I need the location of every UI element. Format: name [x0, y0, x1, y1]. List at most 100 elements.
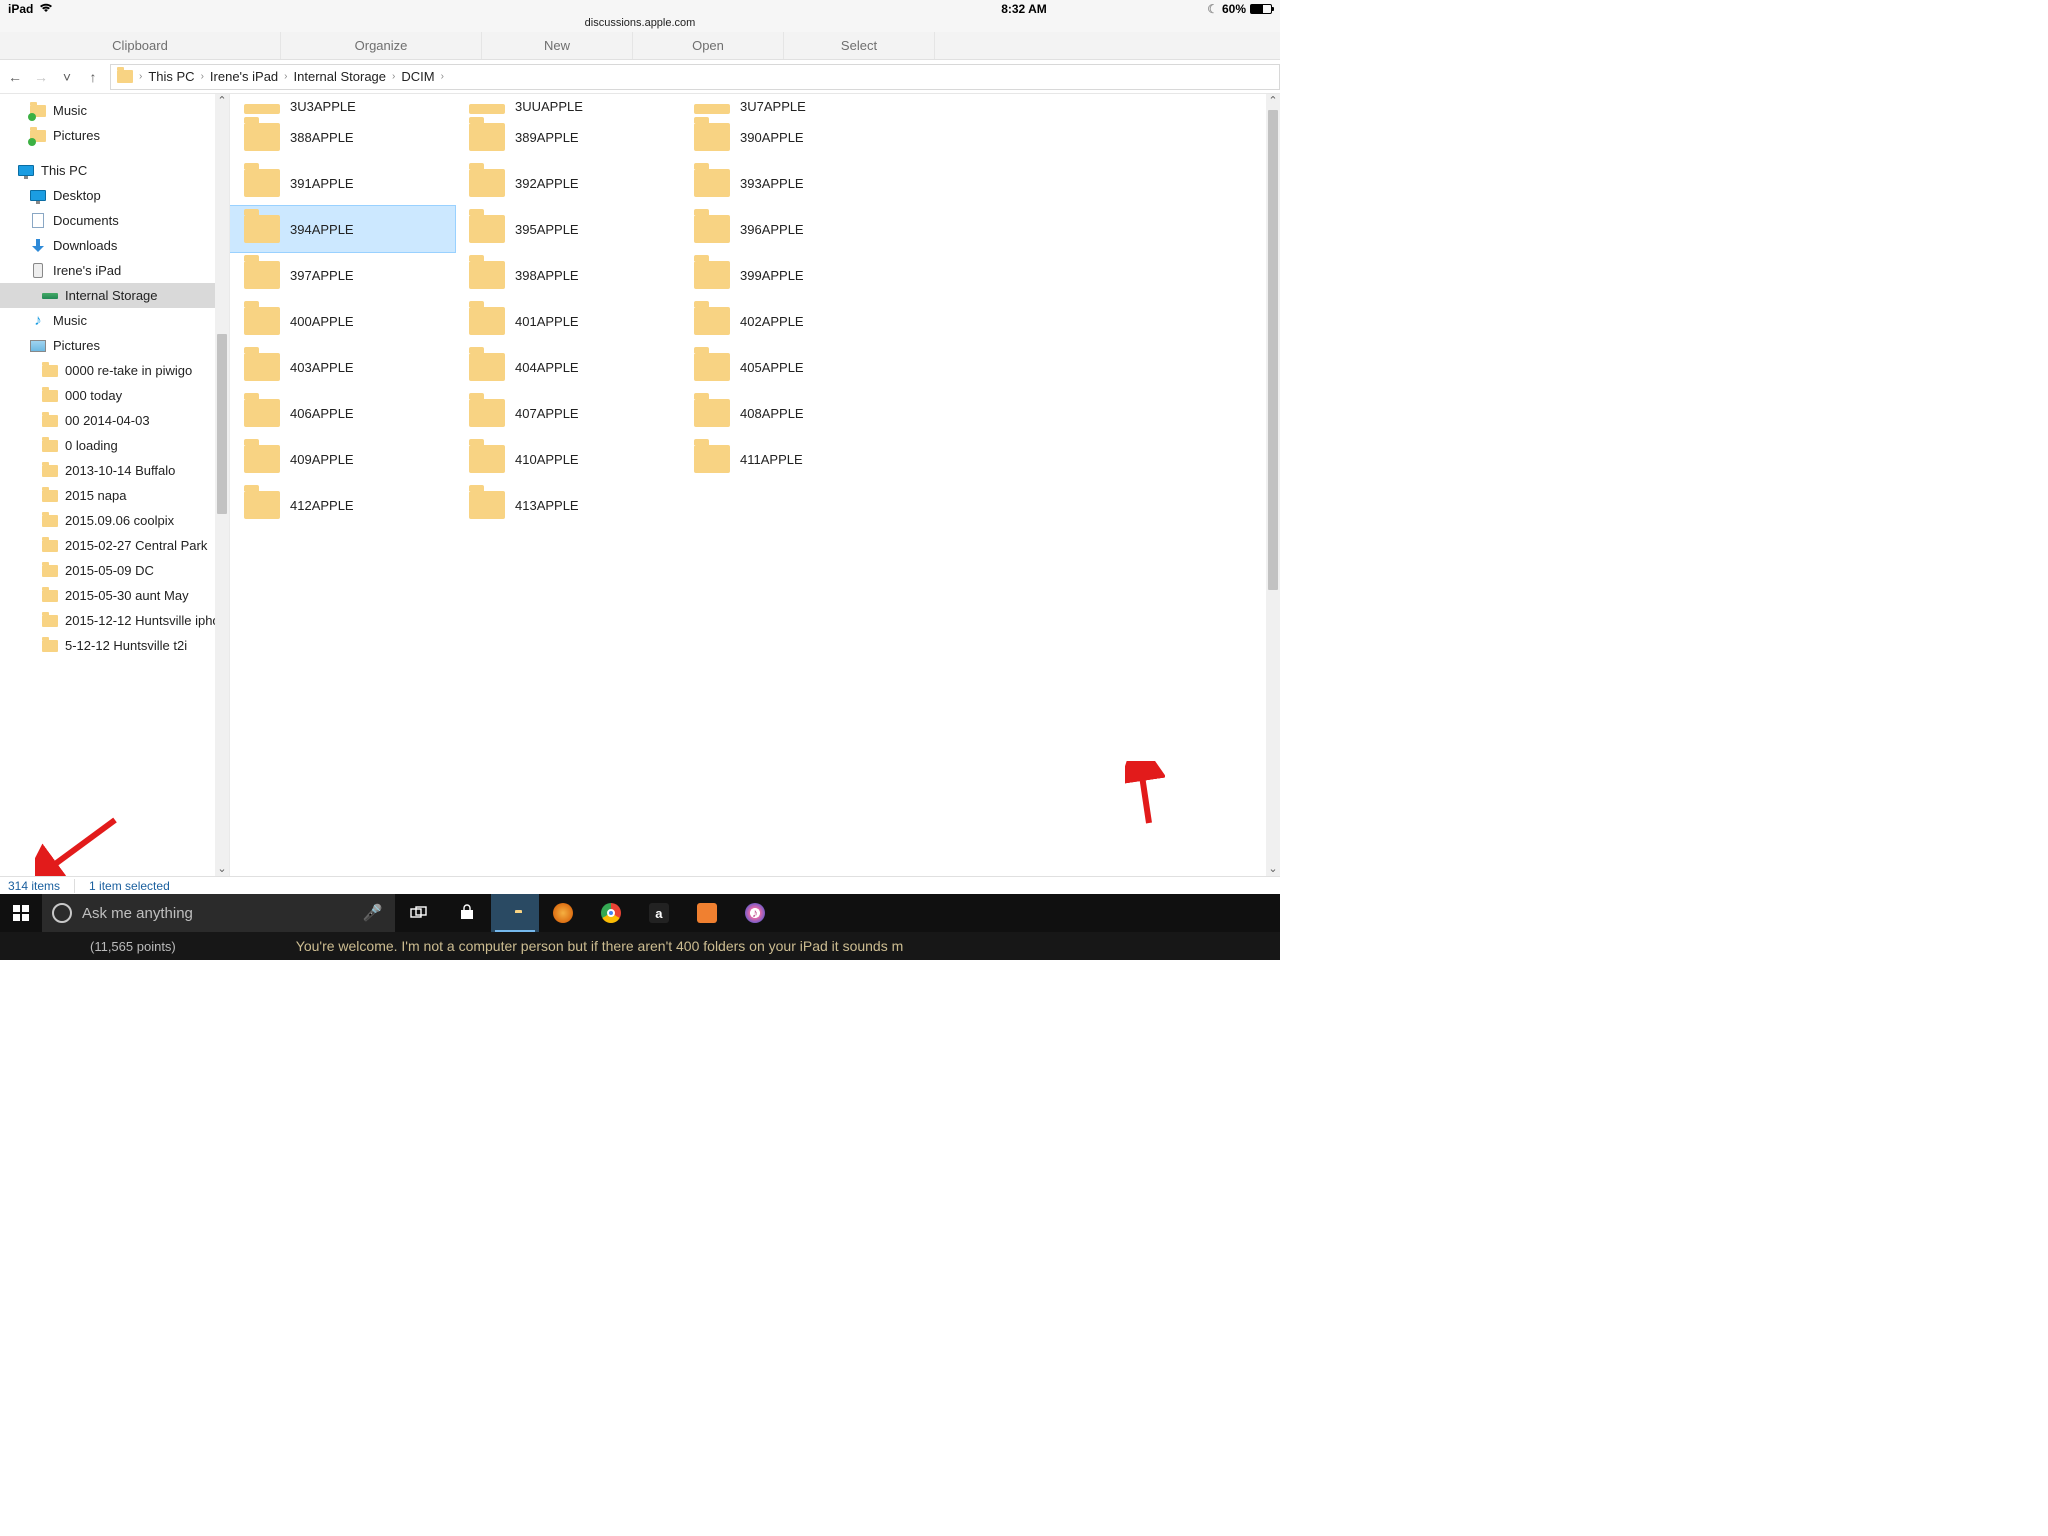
- sidebar-scrollbar[interactable]: ⌃ ⌄: [215, 94, 229, 876]
- crumb-this-pc[interactable]: This PC›: [148, 69, 204, 84]
- mic-icon[interactable]: 🎤: [363, 903, 383, 923]
- folder-item[interactable]: 395APPLE: [455, 206, 680, 252]
- cortana-search[interactable]: Ask me anything 🎤: [42, 894, 395, 932]
- taskbar-explorer-icon[interactable]: [491, 894, 539, 932]
- tree-item[interactable]: 2015-12-12 Huntsville iphone: [0, 608, 215, 633]
- scroll-up-icon[interactable]: ⌃: [215, 94, 229, 108]
- start-button[interactable]: [0, 894, 42, 932]
- ribbon-tab-select[interactable]: Select: [784, 38, 934, 53]
- taskbar-store-icon[interactable]: [443, 894, 491, 932]
- taskbar-chrome-icon[interactable]: [587, 894, 635, 932]
- tree-item[interactable]: 000 today: [0, 383, 215, 408]
- tree-item[interactable]: This PC: [0, 158, 215, 183]
- crumb-irenes-ipad[interactable]: Irene's iPad›: [210, 69, 288, 84]
- folder-label: 412APPLE: [290, 498, 354, 513]
- tree-item[interactable]: Downloads: [0, 233, 215, 258]
- ribbon-tab-open[interactable]: Open: [633, 38, 783, 53]
- content-scrollbar[interactable]: ⌃ ⌄: [1266, 94, 1280, 876]
- nav-forward-button[interactable]: →: [32, 68, 50, 86]
- tree-item[interactable]: Desktop: [0, 183, 215, 208]
- taskbar-media-icon[interactable]: [539, 894, 587, 932]
- ribbon-tab-organize[interactable]: Organize: [281, 38, 481, 53]
- windows-taskbar: Ask me anything 🎤 a ♪: [0, 894, 1280, 932]
- folder-item[interactable]: 394APPLE: [230, 206, 455, 252]
- folder-item[interactable]: 405APPLE: [680, 344, 905, 390]
- folder-item[interactable]: 400APPLE: [230, 298, 455, 344]
- folder-item[interactable]: 402APPLE: [680, 298, 905, 344]
- folder-icon: [244, 353, 280, 381]
- folder-label: 411APPLE: [740, 452, 803, 467]
- folder-item[interactable]: 396APPLE: [680, 206, 905, 252]
- tree-item[interactable]: Irene's iPad: [0, 258, 215, 283]
- ios-time: 8:32 AM: [1001, 3, 1047, 15]
- address-bar[interactable]: › This PC› Irene's iPad› Internal Storag…: [110, 64, 1280, 90]
- folder-item[interactable]: 3U7APPLE: [680, 94, 905, 114]
- folder-item[interactable]: 398APPLE: [455, 252, 680, 298]
- folder-item[interactable]: 408APPLE: [680, 390, 905, 436]
- tree-item-label: 00 2014-04-03: [65, 413, 150, 428]
- folder-item[interactable]: 392APPLE: [455, 160, 680, 206]
- folder-item[interactable]: 409APPLE: [230, 436, 455, 482]
- crumb-dcim[interactable]: DCIM›: [401, 69, 444, 84]
- tree-item[interactable]: ♪Music: [0, 308, 215, 333]
- ribbon-tab-clipboard[interactable]: Clipboard: [0, 38, 280, 53]
- scroll-down-icon[interactable]: ⌄: [215, 862, 229, 876]
- tree-item[interactable]: 2015 napa: [0, 483, 215, 508]
- tree-item-label: 2015-05-30 aunt May: [65, 588, 189, 603]
- folder-item[interactable]: 388APPLE: [230, 114, 455, 160]
- tree-item[interactable]: Documents: [0, 208, 215, 233]
- folder-item[interactable]: 412APPLE: [230, 482, 455, 528]
- tree-item[interactable]: Music: [0, 98, 215, 123]
- folder-label: 403APPLE: [290, 360, 354, 375]
- taskbar-app-icon[interactable]: [683, 894, 731, 932]
- nav-back-button[interactable]: ←: [6, 68, 24, 86]
- folder-item[interactable]: 401APPLE: [455, 298, 680, 344]
- folder-item[interactable]: 413APPLE: [455, 482, 680, 528]
- folder-label: 394APPLE: [290, 222, 354, 237]
- nav-up-button[interactable]: ↑: [84, 68, 102, 86]
- task-view-button[interactable]: [395, 894, 443, 932]
- tree-item[interactable]: 00 2014-04-03: [0, 408, 215, 433]
- folder-icon: [694, 307, 730, 335]
- tree-item[interactable]: 0000 re-take in piwigo: [0, 358, 215, 383]
- folder-item[interactable]: 3UUAPPLE: [455, 94, 680, 114]
- folder-item[interactable]: 393APPLE: [680, 160, 905, 206]
- scroll-thumb[interactable]: [217, 334, 227, 514]
- tree-item[interactable]: 2015-05-30 aunt May: [0, 583, 215, 608]
- scroll-down-icon[interactable]: ⌄: [1266, 862, 1280, 876]
- folder-item[interactable]: 411APPLE: [680, 436, 905, 482]
- folder-label: 396APPLE: [740, 222, 804, 237]
- tree-item[interactable]: 2015.09.06 coolpix: [0, 508, 215, 533]
- folder-icon: [469, 215, 505, 243]
- tree-item[interactable]: Internal Storage: [0, 283, 215, 308]
- tree-item[interactable]: 2013-10-14 Buffalo: [0, 458, 215, 483]
- folder-item[interactable]: 410APPLE: [455, 436, 680, 482]
- folder-item[interactable]: 404APPLE: [455, 344, 680, 390]
- folder-item[interactable]: 407APPLE: [455, 390, 680, 436]
- folder-item[interactable]: 390APPLE: [680, 114, 905, 160]
- tree-item-label: 2015.09.06 coolpix: [65, 513, 174, 528]
- tree-item[interactable]: 2015-02-27 Central Park: [0, 533, 215, 558]
- taskbar-itunes-icon[interactable]: ♪: [731, 894, 779, 932]
- tree-item[interactable]: 0 loading: [0, 433, 215, 458]
- folder-item[interactable]: 389APPLE: [455, 114, 680, 160]
- ribbon-tab-new[interactable]: New: [482, 38, 632, 53]
- folder-item[interactable]: 403APPLE: [230, 344, 455, 390]
- folder-item[interactable]: 397APPLE: [230, 252, 455, 298]
- folder-item[interactable]: 399APPLE: [680, 252, 905, 298]
- folder-item[interactable]: 406APPLE: [230, 390, 455, 436]
- tree-item-label: 000 today: [65, 388, 122, 403]
- nav-recent-dropdown[interactable]: ˅: [58, 68, 76, 86]
- tree-item[interactable]: Pictures: [0, 123, 215, 148]
- tree-item[interactable]: 5-12-12 Huntsville t2i: [0, 633, 215, 658]
- tree-item-label: Music: [53, 313, 87, 328]
- scroll-thumb[interactable]: [1268, 110, 1278, 590]
- scroll-up-icon[interactable]: ⌃: [1266, 94, 1280, 108]
- folder-icon: [694, 261, 730, 289]
- crumb-internal-storage[interactable]: Internal Storage›: [294, 69, 396, 84]
- tree-item[interactable]: Pictures: [0, 333, 215, 358]
- tree-item[interactable]: 2015-05-09 DC: [0, 558, 215, 583]
- folder-item[interactable]: 391APPLE: [230, 160, 455, 206]
- taskbar-amazon-icon[interactable]: a: [635, 894, 683, 932]
- folder-item[interactable]: 3U3APPLE: [230, 94, 455, 114]
